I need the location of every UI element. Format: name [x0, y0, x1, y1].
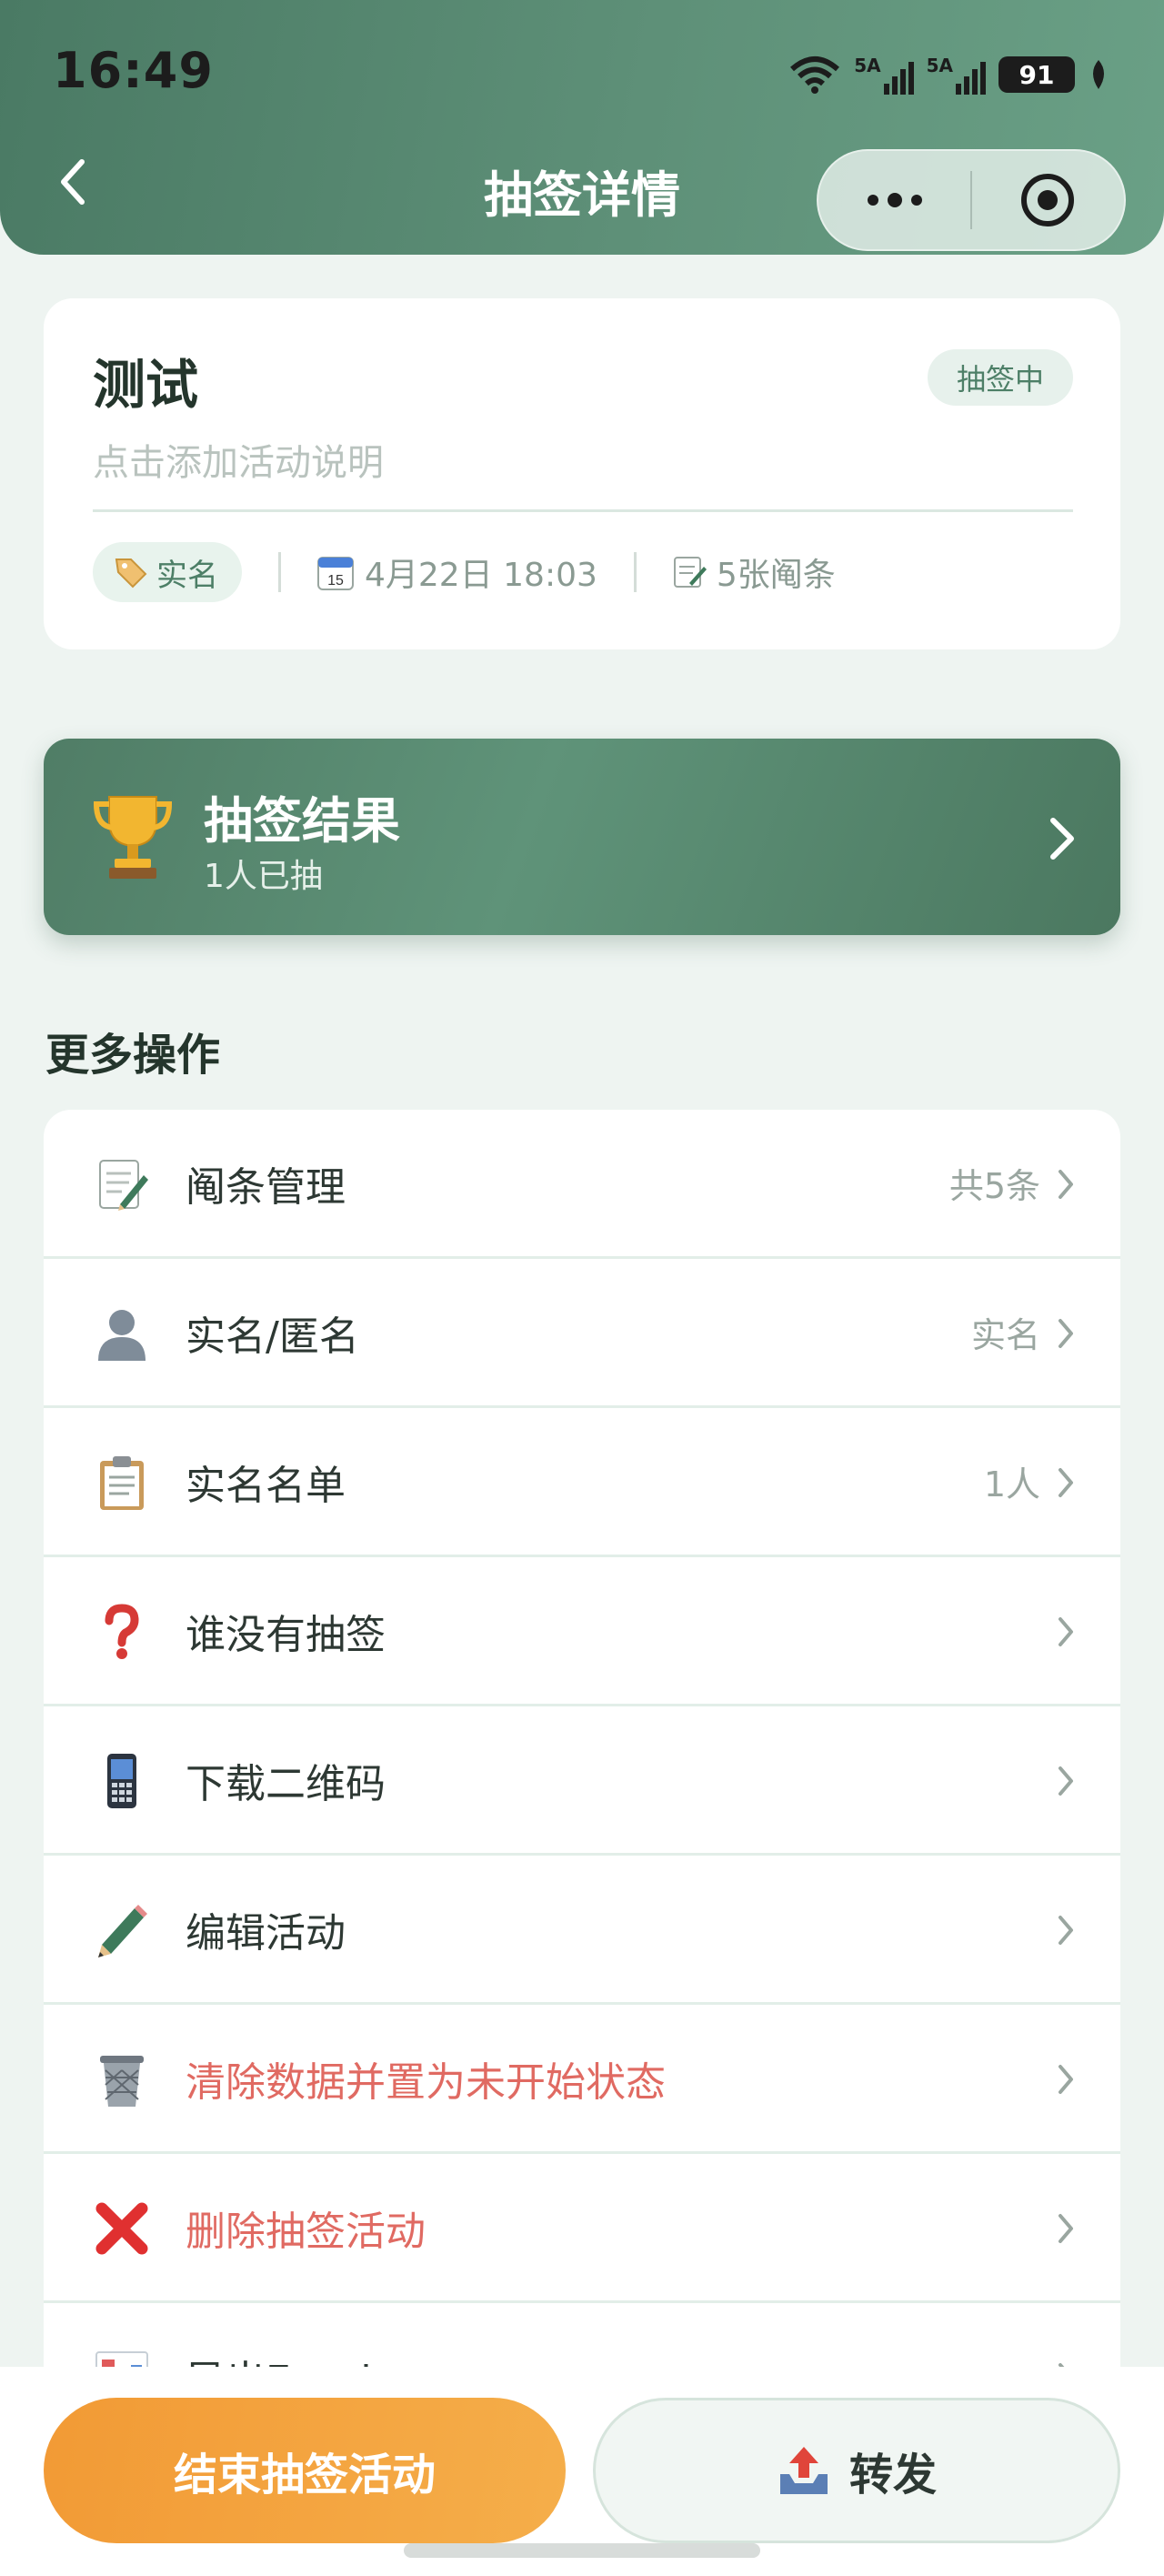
row-value: 共5条 — [948, 1166, 1040, 1206]
chevron-right-icon — [1059, 1170, 1073, 1199]
operations-list: 阄条管理 共5条 实名/匿名 实名 实名名单 1人 谁没有抽签 下载二维码 编辑… — [44, 1110, 1120, 2452]
svg-text:15: 15 — [327, 573, 344, 589]
list-item-not-drawn[interactable]: 谁没有抽签 — [44, 1557, 1120, 1706]
chevron-right-icon — [1059, 1617, 1073, 1646]
list-item-edit-activity[interactable]: 编辑活动 — [44, 1856, 1120, 2005]
list-item-download-qrcode[interactable]: 下载二维码 — [44, 1706, 1120, 1856]
date-label: 4月22日 18:03 — [365, 557, 597, 594]
chevron-right-icon — [1059, 1319, 1073, 1348]
row-value: 实名 — [970, 1315, 1040, 1355]
list-item-slip-management[interactable]: 阄条管理 共5条 — [44, 1110, 1120, 1259]
chevron-right-icon — [1050, 818, 1074, 860]
home-indicator[interactable] — [404, 2543, 760, 2558]
row-label: 谁没有抽签 — [186, 1611, 386, 1658]
chevron-right-icon — [1059, 1766, 1073, 1796]
target-close-icon — [1021, 174, 1075, 226]
more-dots-icon — [867, 193, 922, 207]
chevron-right-icon — [1059, 1916, 1073, 1945]
meta-separator — [278, 552, 281, 592]
activity-title: 测试 — [93, 354, 199, 416]
pencil-icon — [91, 1899, 153, 1961]
draw-result-card[interactable]: 抽签结果 1人已抽 — [44, 739, 1120, 935]
close-mini-program-button[interactable] — [972, 151, 1124, 249]
share-label: 转发 — [848, 2450, 937, 2501]
status-badge: 抽签中 — [927, 349, 1073, 406]
outbox-tray-icon — [779, 2447, 828, 2494]
battery-indicator: 91 — [998, 56, 1075, 93]
wifi-icon — [790, 56, 840, 94]
meta-row: 实名 15 4月22日 18:03 5张阄条 — [93, 542, 836, 602]
date-meta: 15 4月22日 18:03 — [316, 548, 597, 596]
calendar-icon: 15 — [317, 557, 354, 590]
row-label: 实名名单 — [186, 1462, 346, 1509]
memo-icon — [91, 1153, 153, 1215]
result-subtitle: 1人已抽 — [204, 858, 323, 895]
row-label: 删除抽签活动 — [186, 2208, 426, 2255]
slips-meta: 5张阄条 — [671, 548, 836, 596]
chevron-right-icon — [1059, 2214, 1073, 2243]
result-title: 抽签结果 — [204, 792, 400, 850]
row-label: 编辑活动 — [186, 1909, 346, 1957]
status-bar: 16:49 5A 5A 91 — [0, 36, 1164, 109]
description-placeholder[interactable]: 点击添加活动说明 — [93, 433, 384, 486]
realname-tag: 实名 — [93, 542, 242, 602]
trash-icon — [91, 2048, 153, 2110]
info-divider — [93, 509, 1073, 512]
row-value: 1人 — [983, 1464, 1040, 1504]
slips-label: 5张阄条 — [716, 557, 836, 594]
signal-icon-1: 5A — [854, 55, 914, 95]
tag-label: 实名 — [156, 557, 218, 594]
phone-icon — [91, 1750, 153, 1812]
meta-separator-2 — [633, 552, 637, 592]
list-item-delete-activity[interactable]: 删除抽签活动 — [44, 2154, 1120, 2303]
list-item-realname-toggle[interactable]: 实名/匿名 实名 — [44, 1259, 1120, 1408]
trophy-icon — [93, 796, 173, 879]
row-label: 阄条管理 — [186, 1163, 346, 1211]
cross-icon — [91, 2198, 153, 2259]
leaf-icon — [1093, 60, 1104, 89]
chevron-right-icon — [1059, 1468, 1073, 1497]
memo-icon — [673, 557, 707, 588]
list-item-clear-data[interactable]: 清除数据并置为未开始状态 — [44, 2005, 1120, 2154]
status-time: 16:49 — [53, 42, 214, 99]
chevron-right-icon — [1059, 2065, 1073, 2094]
mini-program-capsule — [817, 149, 1126, 251]
section-title: 更多操作 — [45, 1030, 221, 1081]
clipboard-icon — [91, 1452, 153, 1514]
row-label: 清除数据并置为未开始状态 — [186, 2058, 666, 2106]
activity-info-card: 测试 抽签中 点击添加活动说明 实名 15 4月22日 18:03 5张阄条 — [44, 298, 1120, 649]
share-button[interactable]: 转发 — [593, 2398, 1120, 2543]
list-item-realname-list[interactable]: 实名名单 1人 — [44, 1408, 1120, 1557]
signal-icon-2: 5A — [927, 55, 986, 95]
network-label-2: 5A — [926, 55, 953, 76]
network-label-1: 5A — [854, 55, 881, 76]
row-label: 实名/匿名 — [186, 1313, 359, 1360]
end-activity-button[interactable]: 结束抽签活动 — [44, 2398, 566, 2543]
more-button[interactable] — [818, 151, 970, 249]
tag-icon — [115, 558, 147, 589]
user-silhouette-icon — [91, 1303, 153, 1364]
header: 16:49 5A 5A 91 抽签详情 — [0, 0, 1164, 255]
row-label: 下载二维码 — [186, 1760, 386, 1807]
question-icon — [91, 1601, 153, 1663]
status-icons: 5A 5A 91 — [788, 47, 1109, 102]
